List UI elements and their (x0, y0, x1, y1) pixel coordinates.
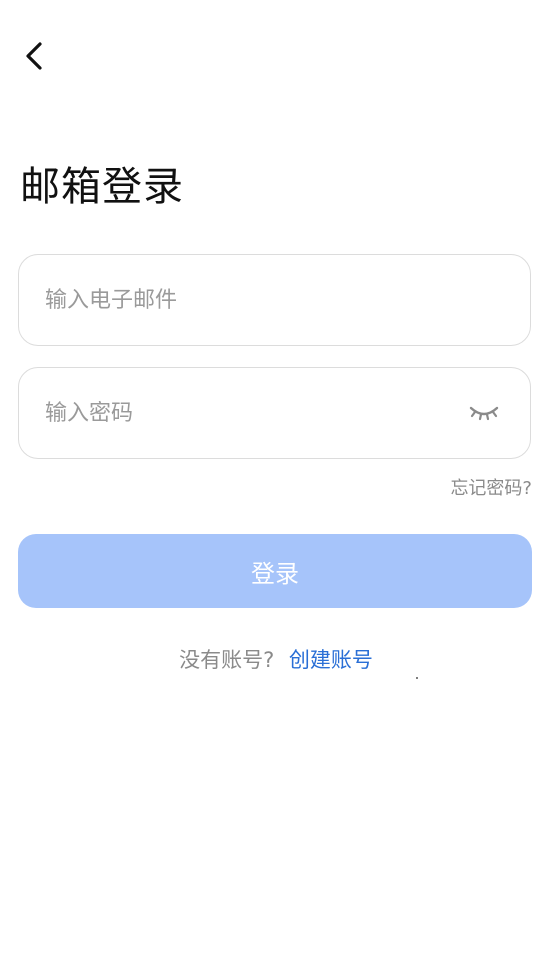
chevron-left-icon (26, 42, 42, 70)
signup-prompt: 没有账号? (179, 648, 275, 672)
forgot-password-link[interactable]: 忘记密码? (450, 474, 532, 500)
login-page: 邮箱登录 忘记密码? 登录 没有账号? 创建账号 (0, 0, 552, 968)
signup-row: 没有账号? 创建账号 (0, 644, 552, 674)
email-input[interactable] (45, 255, 445, 345)
back-button[interactable] (14, 36, 54, 76)
password-field[interactable] (18, 367, 531, 459)
decorative-dot (416, 677, 418, 679)
eye-closed-icon (469, 406, 499, 421)
login-button[interactable]: 登录 (18, 534, 532, 608)
password-visibility-toggle[interactable] (468, 400, 500, 424)
email-field[interactable] (18, 254, 531, 346)
create-account-link[interactable]: 创建账号 (289, 648, 373, 672)
password-input[interactable] (45, 368, 445, 458)
page-title: 邮箱登录 (20, 164, 184, 210)
